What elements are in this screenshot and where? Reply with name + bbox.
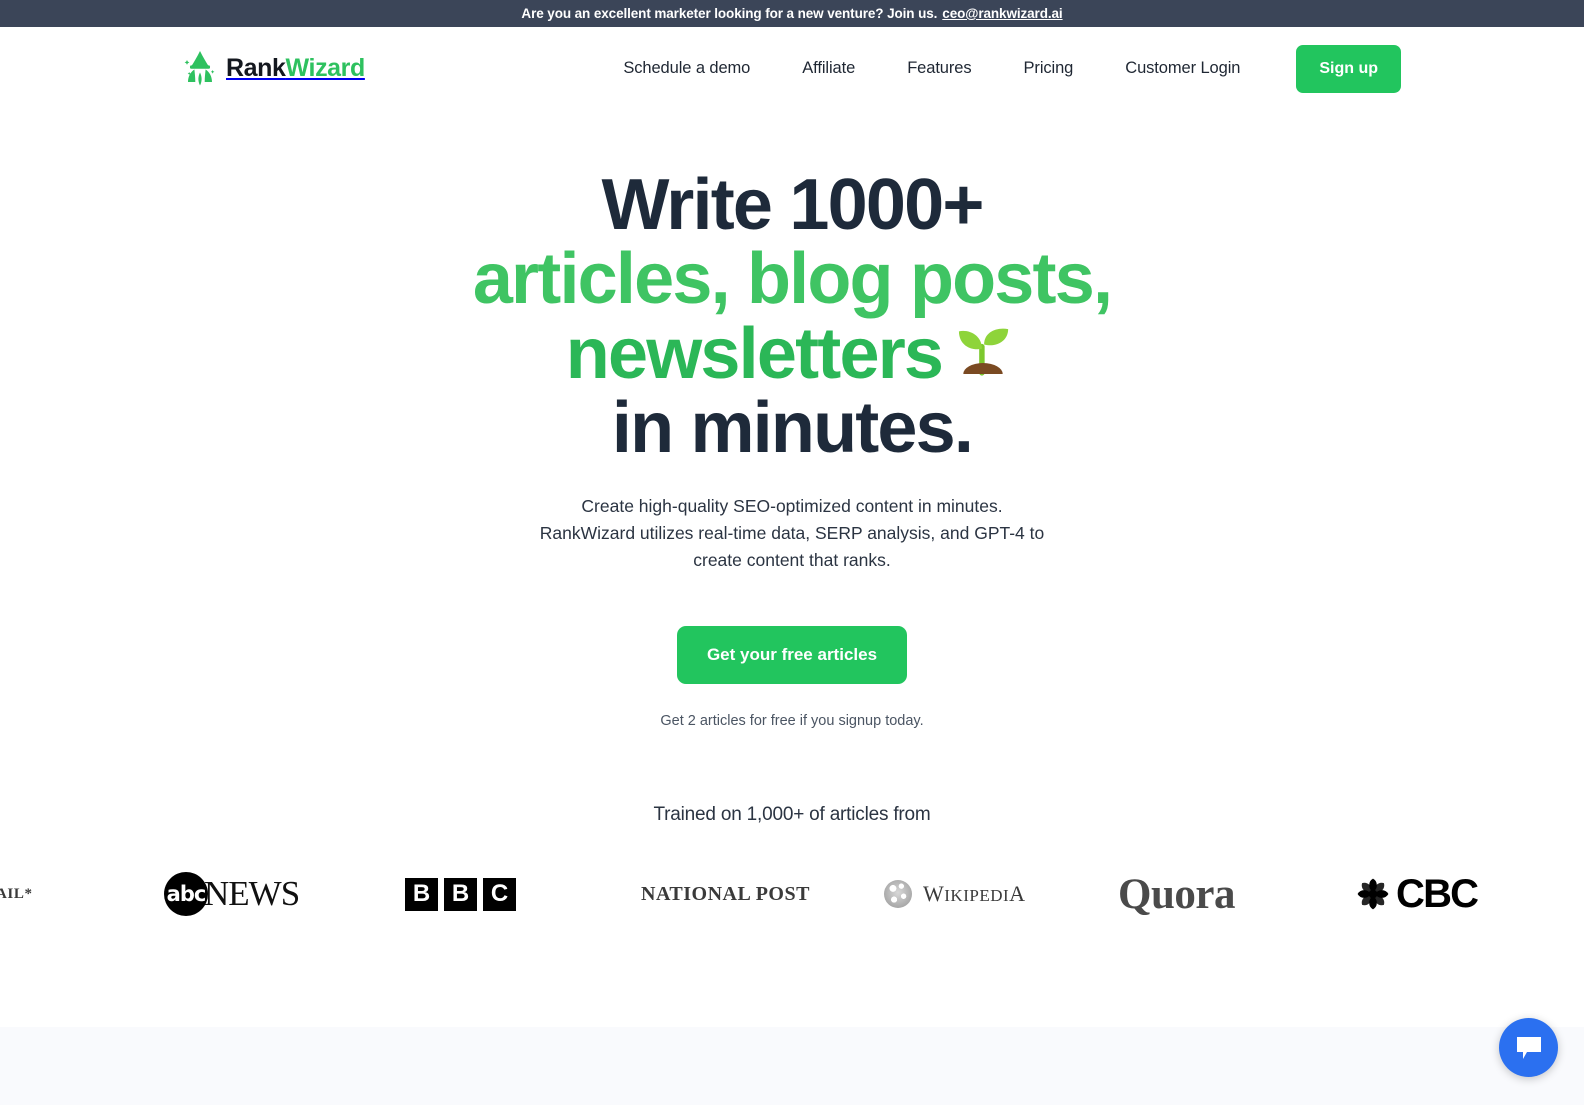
bbc-logo: B B C bbox=[405, 864, 516, 924]
nav-item-affiliate[interactable]: Affiliate bbox=[776, 59, 881, 78]
hero-section: Write 1000+ articles, blog posts, newsle… bbox=[0, 110, 1584, 729]
social-proof-heading: Trained on 1,000+ of articles from bbox=[653, 804, 931, 825]
quora-logo-text: Quora bbox=[1118, 870, 1235, 918]
chat-widget-button[interactable] bbox=[1499, 1018, 1558, 1077]
national-post-logo-text: NATIONAL POST bbox=[641, 882, 810, 905]
headline-line-2: articles, blog posts, bbox=[472, 239, 1113, 320]
quora-logo: Quora bbox=[1118, 864, 1235, 924]
bbc-logo-letter-1: B bbox=[405, 877, 438, 911]
cta-note: Get 2 articles for free if you signup to… bbox=[660, 713, 924, 729]
wikipedia-logo-text-w: W bbox=[923, 881, 945, 906]
wikipedia-logo-text-a: A bbox=[1009, 881, 1026, 906]
press-logo-strip: ND MAIL* abc NEWS B B C NATIONAL POST WI… bbox=[0, 864, 1584, 924]
subhead-line-3: create content that ranks. bbox=[693, 549, 891, 570]
globe-and-mail-logo: ND MAIL* bbox=[0, 864, 33, 924]
main-navigation: Schedule a demo Affiliate Features Prici… bbox=[597, 44, 1401, 93]
headline-line-1: Write 1000+ bbox=[601, 165, 984, 245]
announcement-email-link[interactable]: ceo@rankwizard.ai bbox=[942, 6, 1062, 21]
national-post-logo: NATIONAL POST bbox=[641, 864, 810, 924]
nav-item-pricing[interactable]: Pricing bbox=[998, 59, 1100, 78]
page-title: Write 1000+ articles, blog posts, newsle… bbox=[0, 168, 1584, 466]
wikipedia-logo-text-mid: IKIPEDI bbox=[944, 886, 1010, 905]
nav-item-customer-login[interactable]: Customer Login bbox=[1099, 59, 1266, 78]
seedling-icon bbox=[959, 328, 1009, 376]
announcement-text: Are you an excellent marketer looking fo… bbox=[521, 6, 938, 21]
site-header: RankWizard Schedule a demo Affiliate Fea… bbox=[0, 27, 1584, 110]
headline-line-3: newsletters bbox=[565, 314, 944, 395]
brand-name-rank: Rank bbox=[226, 54, 286, 82]
bbc-logo-letter-3: C bbox=[483, 877, 516, 911]
brand-logo-link[interactable]: RankWizard bbox=[183, 49, 365, 89]
globe-and-mail-logo-text: ND MAIL* bbox=[0, 885, 33, 902]
signup-button[interactable]: Sign up bbox=[1296, 44, 1401, 93]
brand-name-wizard: Wizard bbox=[285, 54, 366, 82]
wizard-logo-icon bbox=[184, 50, 215, 86]
wikipedia-globe-icon bbox=[884, 880, 912, 908]
nav-item-schedule-a-demo[interactable]: Schedule a demo bbox=[597, 59, 776, 78]
abc-news-logo-text: NEWS bbox=[204, 874, 300, 913]
nav-item-features[interactable]: Features bbox=[881, 59, 997, 78]
cbc-logo-text: CBC bbox=[1396, 871, 1479, 916]
subhead-line-2: RankWizard utilizes real-time data, SERP… bbox=[539, 522, 1045, 543]
hero-subheading: Create high-quality SEO-optimized conten… bbox=[0, 493, 1584, 574]
bbc-logo-letter-2: B bbox=[444, 877, 477, 911]
cbc-gem-icon bbox=[1357, 878, 1389, 910]
wikipedia-logo-text: WIKIPEDIA bbox=[923, 881, 1026, 907]
abc-news-logo-mark: abc bbox=[164, 872, 208, 916]
wikipedia-logo: WIKIPEDIA bbox=[884, 864, 1026, 924]
cbc-logo: CBC bbox=[1357, 864, 1479, 924]
get-free-articles-button[interactable]: Get your free articles bbox=[676, 626, 908, 684]
next-section-band bbox=[0, 1027, 1584, 1105]
headline-line-4: in minutes. bbox=[611, 388, 974, 469]
brand-name: RankWizard bbox=[226, 54, 365, 83]
subhead-line-1: Create high-quality SEO-optimized conten… bbox=[581, 495, 1003, 516]
abc-news-logo: abc NEWS bbox=[164, 864, 300, 924]
announcement-bar: Are you an excellent marketer looking fo… bbox=[0, 0, 1584, 27]
chat-bubble-icon bbox=[1516, 1036, 1541, 1059]
